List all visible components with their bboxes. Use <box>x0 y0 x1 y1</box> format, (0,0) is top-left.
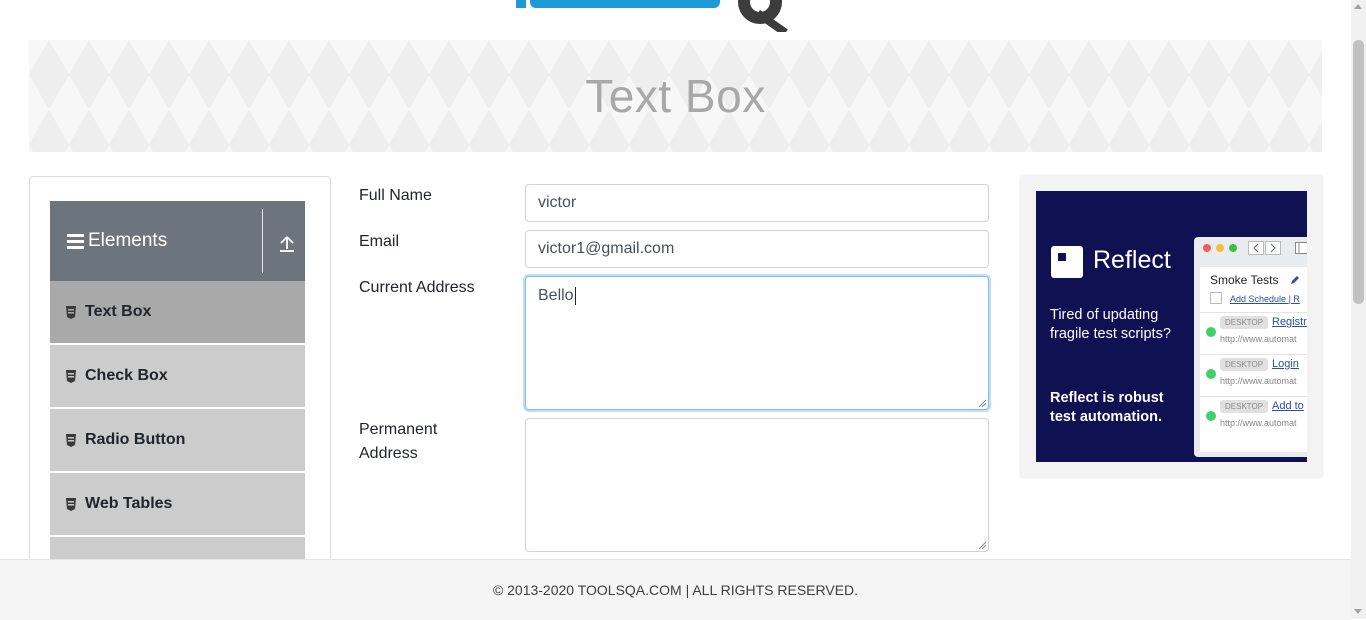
mock-test-row: DESKTOP Registr http://www.automat <box>1200 312 1307 353</box>
mock-titlebar <box>1194 237 1307 259</box>
resize-grip-icon[interactable] <box>978 541 986 549</box>
ad-brand: Reflect <box>1093 246 1171 274</box>
page-title: Text Box <box>585 70 766 122</box>
html5-icon <box>66 433 76 447</box>
permanent-address-label-line2: Address <box>359 445 418 462</box>
mock-test-row: DESKTOP Login http://www.automat <box>1200 354 1307 395</box>
sidebar-item-text-box[interactable]: Text Box <box>50 281 305 343</box>
pencil-icon <box>1291 276 1299 284</box>
test-link: Login <box>1272 358 1299 370</box>
current-address-label: Current Address <box>359 279 475 296</box>
sidebar: Elements Text Box Check Box Radio Button… <box>29 176 331 601</box>
scrollbar-thumb[interactable] <box>1353 40 1364 304</box>
scroll-down-arrow-icon[interactable] <box>1354 609 1362 614</box>
email-input[interactable]: victor1@gmail.com <box>525 230 989 268</box>
copyright-text: © 2013-2020 TOOLSQA.COM | ALL RIGHTS RES… <box>492 582 859 598</box>
platform-badge: DESKTOP <box>1220 400 1269 413</box>
element-group-header[interactable]: Elements <box>50 201 305 281</box>
status-dot-icon <box>1206 369 1216 379</box>
email-label: Email <box>359 233 400 250</box>
full-name-label: Full Name <box>359 187 432 204</box>
text-caret <box>574 287 576 305</box>
nav-arrows-icon <box>1248 241 1281 255</box>
page-scrollbar[interactable] <box>1351 0 1366 619</box>
html5-icon <box>66 497 76 511</box>
page-banner: Text Box <box>29 40 1322 152</box>
resize-grip-icon[interactable] <box>978 399 986 407</box>
scroll-up-arrow-icon[interactable] <box>1354 4 1362 9</box>
header-divider <box>262 209 263 273</box>
sidebar-item-label: Text Box <box>85 303 152 320</box>
mock-panel-title: Smoke Tests <box>1210 273 1279 287</box>
full-name-value: victor <box>538 194 577 211</box>
current-address-textarea[interactable]: Bello <box>525 276 989 410</box>
html5-icon <box>66 305 76 319</box>
permanent-address-label-line1: Permanent <box>359 421 438 438</box>
full-name-input[interactable]: victor <box>525 184 989 222</box>
logo-wordmark <box>516 0 720 8</box>
maximize-dot-icon <box>1229 244 1237 252</box>
permanent-address-textarea[interactable] <box>525 418 989 552</box>
sidebar-toggle-icon <box>1295 242 1307 254</box>
platform-badge: DESKTOP <box>1220 358 1269 371</box>
mock-panel: Smoke Tests Add Schedule | R DESKTOP Reg… <box>1200 267 1307 452</box>
sidebar-item-radio-button[interactable]: Radio Button <box>50 409 305 471</box>
wrench-gear-icon <box>738 0 788 32</box>
test-link: Registr <box>1272 316 1307 328</box>
platform-badge: DESKTOP <box>1220 316 1269 329</box>
sidebar-item-label: Web Tables <box>85 495 173 512</box>
sidebar-item-check-box[interactable]: Check Box <box>50 345 305 407</box>
sidebar-item-label: Check Box <box>85 367 168 384</box>
email-value: victor1@gmail.com <box>538 240 675 257</box>
toolsqa-logo[interactable] <box>0 0 1351 40</box>
close-dot-icon <box>1203 244 1211 252</box>
group-title: Elements <box>88 230 168 251</box>
test-link: Add to <box>1272 400 1304 412</box>
test-url: http://www.automat <box>1220 418 1297 428</box>
mock-schedule-link: Add Schedule | R <box>1230 294 1300 304</box>
sidebar-item-label: Radio Button <box>85 431 186 448</box>
ad-container: Reflect Tired of updating fragile test s… <box>1021 176 1322 477</box>
reflect-logo-icon <box>1051 246 1083 278</box>
status-dot-icon <box>1206 327 1216 337</box>
mock-checkbox <box>1210 292 1222 304</box>
html5-icon <box>66 369 76 383</box>
hamburger-icon <box>67 233 84 249</box>
element-menu: Text Box Check Box Radio Button Web Tabl… <box>50 281 305 601</box>
test-url: http://www.automat <box>1220 334 1297 344</box>
mock-test-row: DESKTOP Add to http://www.automat <box>1200 396 1307 437</box>
sidebar-item-web-tables[interactable]: Web Tables <box>50 473 305 535</box>
page-footer: © 2013-2020 TOOLSQA.COM | ALL RIGHTS RES… <box>0 559 1351 620</box>
upload-collapse-icon[interactable] <box>272 229 302 257</box>
test-url: http://www.automat <box>1220 376 1297 386</box>
reflect-ad[interactable]: Reflect Tired of updating fragile test s… <box>1036 191 1307 462</box>
ad-tagline: Tired of updating fragile test scripts? <box>1050 307 1171 342</box>
ad-browser-mockup: Smoke Tests Add Schedule | R DESKTOP Reg… <box>1194 237 1307 457</box>
minimize-dot-icon <box>1216 244 1224 252</box>
ad-headline: Reflect is robust test automation. <box>1050 390 1164 425</box>
status-dot-icon <box>1206 411 1216 421</box>
permanent-address-label: Permanent Address <box>359 418 437 466</box>
current-address-value: Bello <box>538 287 574 305</box>
